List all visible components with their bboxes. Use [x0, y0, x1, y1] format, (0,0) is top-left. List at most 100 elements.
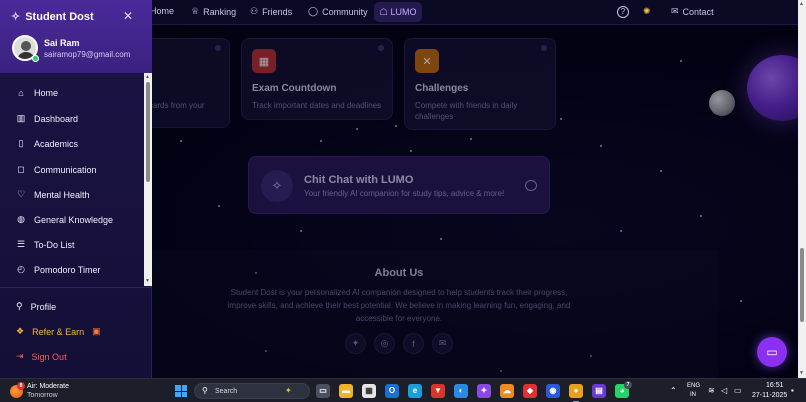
online-status-dot	[32, 55, 39, 62]
scrollbar-thumb[interactable]	[800, 248, 804, 322]
gift-emoji-icon: ▣	[92, 326, 101, 336]
sidebar-item-label: Pomodoro Timer	[34, 264, 101, 275]
trophy-icon: ♕	[191, 6, 200, 16]
scroll-up-arrow[interactable]: ▲	[799, 1, 804, 7]
nav-lumo-label: LUMO	[390, 7, 417, 17]
list-icon: ☰	[16, 239, 26, 249]
logout-icon: ⇥	[16, 351, 24, 361]
store-icon[interactable]: ▦	[362, 384, 376, 398]
chrome-icon[interactable]: ●	[569, 384, 583, 398]
sidebar-item-label: Home	[34, 88, 59, 98]
mail-icon: ✉	[671, 6, 679, 16]
nav-community-label: Community	[322, 6, 368, 17]
task-view-icon[interactable]: ▭	[316, 384, 330, 398]
copilot-icon[interactable]: ✦	[477, 384, 491, 398]
sidebar-item-home[interactable]: ⌂ Home	[16, 88, 58, 98]
nav-community[interactable]: ◯ Community	[308, 6, 368, 17]
diamond-app-icon[interactable]: ◆	[523, 384, 537, 398]
user-email: sairamop79@gmail.com	[44, 50, 131, 59]
weather-title[interactable]: Air: Moderate	[27, 383, 69, 390]
user-icon: ⚲	[16, 301, 23, 311]
sidebar-item-label: Dashboard	[34, 113, 79, 124]
help-icon[interactable]: ?	[617, 6, 629, 18]
sidebar-item-label: Profile	[30, 301, 57, 312]
sign-out-label: Sign Out	[31, 351, 67, 362]
battery-icon[interactable]: ▭	[734, 386, 742, 395]
nav-home-label: Home	[150, 6, 175, 16]
sidebar-item-todo-list[interactable]: ☰ To-Do List	[16, 239, 75, 250]
wifi-icon[interactable]: ≋	[708, 386, 715, 395]
chat-icon: ▭	[766, 345, 778, 359]
app-icon[interactable]: ◉	[546, 384, 560, 398]
app-icon[interactable]: ◐	[454, 384, 468, 398]
chat-icon: ◯	[308, 6, 319, 16]
sidebar-item-general-knowledge[interactable]: ◍ General Knowledge	[16, 214, 113, 225]
sidebar-item-profile[interactable]: ⚲ Profile	[16, 301, 56, 312]
outlook-icon[interactable]: O	[385, 384, 399, 398]
sidebar-item-pomodoro-timer[interactable]: ◴ Pomodoro Timer	[16, 264, 101, 275]
sidebar-item-label: Mental Health	[34, 189, 90, 200]
sidebar-divider	[0, 287, 152, 288]
sidebar-header: ✧ Student Dost ✕ Sai Ram sairamop79@gmai…	[0, 0, 152, 73]
book-icon: ▯	[18, 138, 24, 148]
scroll-down-arrow[interactable]: ▼	[145, 278, 150, 284]
brand-name: Student Dost	[25, 10, 94, 23]
scroll-down-arrow[interactable]: ▼	[799, 370, 804, 376]
volume-icon[interactable]: ◁	[721, 386, 727, 395]
clock-time[interactable]: 16:51	[766, 382, 784, 389]
sign-out-button[interactable]: ⇥ Sign Out	[16, 351, 67, 362]
cloud-icon[interactable]: ☁	[500, 384, 514, 398]
sidebar-item-label: Academics	[34, 138, 79, 149]
sidebar-item-label: Communication	[34, 164, 97, 175]
users-icon: ⚇	[250, 6, 259, 16]
sidebar-item-dashboard[interactable]: ▥ Dashboard	[16, 113, 78, 124]
region-label: IN	[690, 392, 696, 398]
edge-icon[interactable]: e	[408, 384, 422, 398]
scrollbar-thumb[interactable]	[146, 82, 150, 182]
nav-contact[interactable]: ✉ Contact	[671, 6, 714, 17]
sidebar-item-label: General Knowledge	[34, 214, 114, 225]
sidebar-scrollbar[interactable]: ▲ ▼	[144, 73, 152, 286]
nav-home[interactable]: Home	[150, 6, 174, 16]
close-icon[interactable]: ✕	[123, 9, 133, 23]
nav-friends-label: Friends	[262, 6, 293, 17]
sidebar-item-academics[interactable]: ▯ Academics	[16, 138, 79, 149]
page-scrollbar[interactable]: ▲ ▼	[798, 0, 806, 378]
search-icon: ⚲	[202, 386, 208, 395]
chevron-up-icon[interactable]: ⌃	[670, 386, 677, 395]
brave-icon[interactable]: ▼	[431, 384, 445, 398]
message-icon: ◻	[17, 164, 25, 174]
app-icon[interactable]: ▤	[592, 384, 606, 398]
file-explorer-icon[interactable]: ▬	[339, 384, 353, 398]
sidebar: ✧ Student Dost ✕ Sai Ram sairamop79@gmai…	[0, 0, 152, 378]
windows-start-icon[interactable]	[175, 385, 187, 397]
taskbar-search[interactable]: ⚲ Search ✦	[194, 383, 310, 399]
sidebar-item-mental-health[interactable]: ♡ Mental Health	[16, 189, 90, 200]
sidebar-menu: ⌂ Home ▥ Dashboard ▯ Academics ◻ Communicati…	[0, 73, 144, 286]
globe-icon: ◍	[17, 214, 25, 224]
nav-ranking[interactable]: ♕ Ranking	[191, 6, 236, 17]
gift-icon: ❖	[16, 326, 25, 336]
windows-taskbar: 8 Air: Moderate Tomorrow ⚲ Search ✦ ▭ ▬ …	[0, 378, 806, 402]
clock-date: 27-11-2025	[752, 392, 788, 399]
sidebar-item-refer-earn[interactable]: ❖ Refer & Earn ▣	[16, 326, 101, 337]
home-icon: ⌂	[18, 88, 24, 98]
chart-icon: ▥	[16, 113, 26, 123]
chat-fab-button[interactable]: ▭	[757, 337, 787, 367]
nav-friends[interactable]: ⚇ Friends	[250, 6, 292, 17]
nav-lumo[interactable]: ☖ LUMO	[374, 2, 422, 22]
language-label[interactable]: ENG	[687, 383, 700, 389]
user-name: Sai Ram	[44, 38, 80, 48]
avatar-head	[21, 41, 31, 51]
sidebar-item-communication[interactable]: ◻ Communication	[16, 164, 97, 175]
nav-contact-label: Contact	[682, 6, 714, 17]
sun-icon: ✺	[643, 6, 651, 16]
search-highlight-icon: ✦	[285, 386, 292, 395]
notification-icon[interactable]: ▪	[791, 386, 794, 395]
nav-ranking-label: Ranking	[203, 6, 237, 17]
scroll-up-arrow[interactable]: ▲	[145, 74, 150, 80]
sidebar-backdrop[interactable]	[152, 25, 798, 378]
whatsapp-badge: 7	[624, 381, 632, 389]
theme-toggle[interactable]: ✺	[643, 6, 651, 17]
sidebar-item-label: Refer & Earn	[32, 326, 85, 337]
